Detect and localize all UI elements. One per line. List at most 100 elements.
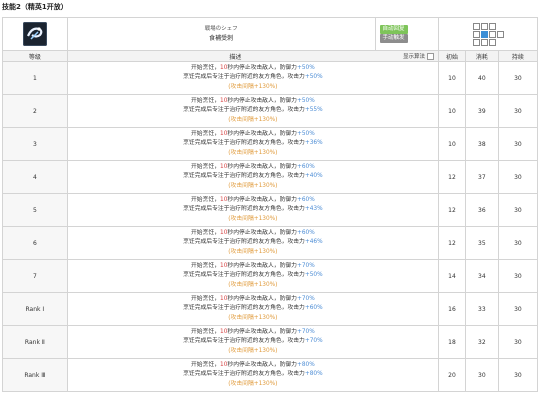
desc-atk-label: 烹饪完成后专注于治疗附近的友方角色，攻击力 bbox=[183, 338, 305, 345]
table-row: Rank Ⅱ 开始烹饪，10秒内停止攻击敌人，防御力+70% 烹饪完成后专注于治疗附… bbox=[2, 325, 539, 359]
show-algo-checkbox[interactable] bbox=[427, 52, 435, 60]
row-level: 2 bbox=[2, 94, 68, 128]
desc-atk-value: +50% bbox=[304, 74, 323, 81]
row-duration: 30 bbox=[497, 358, 539, 392]
skill-icon-cell bbox=[2, 17, 68, 51]
desc-line-1: 开始烹饪，10秒内停止攻击敌人，防御力+50% bbox=[68, 64, 438, 74]
range-tile bbox=[496, 30, 504, 38]
desc-def-label: 秒内停止攻击敌人，防御力 bbox=[227, 64, 297, 71]
row-description: 开始烹饪，10秒内停止攻击敌人，防御力+60% 烹饪完成后专注于治疗附近的友方角色… bbox=[66, 160, 440, 194]
desc-start: 开始烹饪， bbox=[191, 295, 220, 302]
table-row: 5 开始烹饪，10秒内停止攻击敌人，防御力+60% 烹饪完成后专注于治疗附近的友方角… bbox=[2, 193, 539, 227]
row-duration: 30 bbox=[497, 226, 539, 260]
row-cost: 33 bbox=[464, 292, 499, 326]
row-duration: 30 bbox=[497, 292, 539, 326]
row-level: 1 bbox=[2, 61, 68, 95]
desc-def-value: +80% bbox=[296, 361, 315, 368]
row-level: 3 bbox=[2, 127, 68, 161]
desc-atk-value: +70% bbox=[304, 338, 323, 345]
desc-atk-value: +80% bbox=[304, 371, 323, 378]
desc-start: 开始烹饪， bbox=[191, 64, 220, 71]
desc-attack-interval: (攻击间隔+130%) bbox=[228, 248, 278, 255]
desc-atk-label: 烹饪完成后专注于治疗附近的友方角色，攻击力 bbox=[183, 74, 305, 81]
table-row: 2 开始烹饪，10秒内停止攻击敌人，防御力+50% 烹饪完成后专注于治疗附近的友方角… bbox=[2, 94, 539, 128]
range-tile bbox=[480, 22, 488, 30]
desc-def-label: 秒内停止攻击敌人，防御力 bbox=[227, 361, 297, 368]
range-empty bbox=[497, 23, 504, 30]
desc-line-2: 烹饪完成后专注于治疗附近的友方角色，攻击力+46% bbox=[68, 238, 438, 248]
desc-atk-value: +55% bbox=[304, 107, 323, 114]
desc-atk-label: 烹饪完成后专注于治疗附近的友方角色，攻击力 bbox=[183, 239, 305, 246]
desc-line-2: 烹饪完成后专注于治疗附近的友方角色，攻击力+36% bbox=[68, 139, 438, 149]
col-level: 等级 bbox=[2, 50, 68, 62]
row-description: 开始烹饪，10秒内停止攻击敌人，防御力+70% 烹饪完成后专注于治疗附近的友方角色… bbox=[66, 325, 440, 359]
desc-def-value: +70% bbox=[296, 295, 315, 302]
desc-atk-value: +36% bbox=[304, 140, 323, 147]
attack-range-grid bbox=[472, 22, 504, 46]
desc-line-2: 烹饪完成后专注于治疗附近的友方角色，攻击力+50% bbox=[68, 271, 438, 281]
desc-attack-interval: (攻击间隔+130%) bbox=[228, 149, 278, 156]
range-empty bbox=[497, 39, 504, 46]
desc-atk-label: 烹饪完成后专注于治疗附近的友方角色，攻击力 bbox=[183, 173, 305, 180]
desc-line-2: 烹饪完成后专注于治疗附近的友方角色，攻击力+70% bbox=[68, 337, 438, 347]
desc-start: 开始烹饪， bbox=[191, 163, 220, 170]
range-tile bbox=[472, 38, 480, 46]
row-cost: 39 bbox=[464, 94, 499, 128]
table-row: Rank Ⅰ 开始烹饪，10秒内停止攻击敌人，防御力+70% 烹饪完成后专注于治疗附… bbox=[2, 292, 539, 326]
row-description: 开始烹饪，10秒内停止攻击敌人，防御力+50% 烹饪完成后专注于治疗附近的友方角色… bbox=[66, 61, 440, 95]
desc-start: 开始烹饪， bbox=[191, 262, 220, 269]
row-duration: 30 bbox=[497, 259, 539, 293]
desc-line-1: 开始烹饪，10秒内停止攻击敌人，防御力+70% bbox=[68, 295, 438, 305]
row-init: 14 bbox=[438, 259, 466, 293]
desc-line-2: 烹饪完成后专注于治疗附近的友方角色，攻击力+40% bbox=[68, 172, 438, 182]
row-init: 12 bbox=[438, 193, 466, 227]
table-row: Rank Ⅲ 开始烹饪，10秒内停止攻击敌人，防御力+80% 烹饪完成后专注于治疗附… bbox=[2, 358, 539, 392]
range-tile bbox=[488, 30, 496, 38]
range-self-tile bbox=[480, 30, 488, 38]
desc-line-2: 烹饪完成后专注于治疗附近的友方角色，攻击力+50% bbox=[68, 73, 438, 83]
row-duration: 30 bbox=[497, 94, 539, 128]
tag-auto-recovery: 自动回复 bbox=[379, 25, 408, 34]
page-title: 技能2（精英1开放） bbox=[2, 3, 68, 11]
col-cost: 消耗 bbox=[464, 50, 499, 62]
desc-def-value: +50% bbox=[296, 97, 315, 104]
desc-attack-interval: (攻击间隔+130%) bbox=[228, 380, 278, 387]
desc-attack-interval: (攻击间隔+130%) bbox=[228, 347, 278, 354]
row-description: 开始烹饪，10秒内停止攻击敌人，防御力+50% 烹饪完成后专注于治疗附近的友方角色… bbox=[66, 94, 440, 128]
desc-line-1: 开始烹饪，10秒内停止攻击敌人，防御力+70% bbox=[68, 262, 438, 272]
desc-line-2: 烹饪完成后专注于治疗附近的友方角色，攻击力+60% bbox=[68, 304, 438, 314]
range-tile bbox=[488, 38, 496, 46]
desc-line-1: 开始烹饪，10秒内停止攻击敌人，防御力+60% bbox=[68, 196, 438, 206]
desc-atk-value: +40% bbox=[304, 173, 323, 180]
row-cost: 36 bbox=[464, 193, 499, 227]
row-description: 开始烹饪，10秒内停止攻击敌人，防御力+80% 烹饪完成后专注于治疗附近的友方角色… bbox=[66, 358, 440, 392]
show-algo-toggle[interactable]: 显示算法 bbox=[403, 52, 435, 60]
desc-def-value: +70% bbox=[296, 328, 315, 335]
table-row: 3 开始烹饪，10秒内停止攻击敌人，防御力+50% 烹饪完成后专注于治疗附近的友方角… bbox=[2, 127, 539, 161]
desc-line-1: 开始烹饪，10秒内停止攻击敌人，防御力+50% bbox=[68, 130, 438, 140]
desc-line-1: 开始烹饪，10秒内停止攻击敌人，防御力+50% bbox=[68, 97, 438, 107]
show-algo-label: 显示算法 bbox=[403, 53, 426, 60]
row-description: 开始烹饪，10秒内停止攻击敌人，防御力+70% 烹饪完成后专注于治疗附近的友方角色… bbox=[66, 259, 440, 293]
table-row: 6 开始烹饪，10秒内停止攻击敌人，防御力+60% 烹饪完成后专注于治疗附近的友方角… bbox=[2, 226, 539, 260]
row-duration: 30 bbox=[497, 61, 539, 95]
desc-def-value: +70% bbox=[296, 262, 315, 269]
col-init: 初始 bbox=[438, 50, 466, 62]
row-level: 4 bbox=[2, 160, 68, 194]
desc-attack-interval: (攻击间隔+130%) bbox=[228, 182, 278, 189]
desc-atk-value: +60% bbox=[304, 305, 323, 312]
desc-start: 开始烹饪， bbox=[191, 361, 220, 368]
desc-line-2: 烹饪完成后专注于治疗附近的友方角色，攻击力+55% bbox=[68, 106, 438, 116]
row-level: 6 bbox=[2, 226, 68, 260]
col-duration: 持续 bbox=[497, 50, 539, 62]
desc-def-value: +60% bbox=[296, 229, 315, 236]
row-cost: 40 bbox=[464, 61, 499, 95]
desc-def-value: +50% bbox=[296, 130, 315, 137]
desc-line-1: 开始烹饪，10秒内停止攻击敌人，防御力+70% bbox=[68, 328, 438, 338]
col-desc: 描述 显示算法 bbox=[66, 50, 440, 62]
range-tile bbox=[472, 22, 480, 30]
desc-def-value: +60% bbox=[296, 163, 315, 170]
desc-atk-label: 烹饪完成后专注于治疗附近的友方角色，攻击力 bbox=[183, 371, 305, 378]
row-level: Rank Ⅲ bbox=[2, 358, 68, 392]
desc-attack-interval: (攻击间隔+130%) bbox=[228, 281, 278, 288]
